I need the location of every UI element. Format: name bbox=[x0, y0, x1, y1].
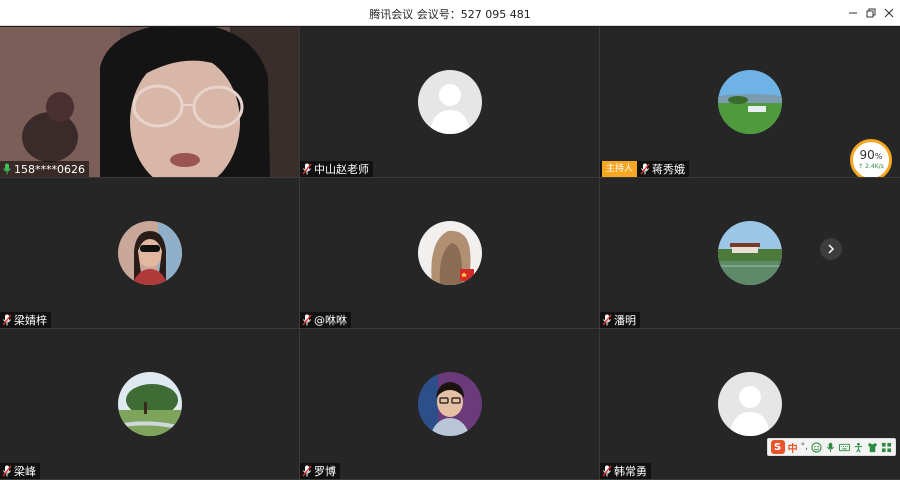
mic-muted-icon bbox=[2, 465, 12, 477]
emoji-icon[interactable] bbox=[811, 441, 822, 453]
keyboard-icon[interactable] bbox=[839, 442, 850, 453]
mic-muted-icon bbox=[302, 465, 312, 477]
participant-grid: 158****0626 中山赵老师 主持人 蒋秀娥 90% ↑ 2.4K/s 梁… bbox=[0, 27, 900, 480]
participant-name: 158****0626 bbox=[14, 162, 85, 176]
mic-muted-icon bbox=[302, 163, 312, 175]
participant-name: @咻咻 bbox=[314, 314, 347, 327]
mic-muted-icon bbox=[2, 314, 12, 326]
ime-punctuation-toggle[interactable]: °, bbox=[801, 442, 808, 452]
ime-toolbar[interactable]: S 中 °, bbox=[766, 438, 896, 456]
minimize-icon bbox=[849, 12, 857, 14]
skin-icon[interactable] bbox=[867, 442, 878, 453]
landscape-avatar-icon bbox=[718, 221, 782, 285]
restore-icon bbox=[866, 8, 876, 18]
participant-name: 梁峰 bbox=[14, 465, 36, 478]
network-status-badge[interactable]: 90% ↑ 2.4K/s bbox=[850, 139, 892, 177]
participant-tile[interactable]: 158****0626 bbox=[0, 27, 299, 177]
chevron-right-icon bbox=[828, 244, 835, 254]
participant-tile[interactable]: 梁峰 bbox=[0, 329, 299, 479]
host-badge: 主持人 bbox=[602, 161, 638, 177]
portrait-avatar-icon bbox=[117, 221, 182, 285]
avatar bbox=[417, 372, 482, 436]
mic-muted-icon bbox=[302, 314, 312, 326]
participant-name-tag: 158****0626 bbox=[0, 161, 89, 177]
avatar bbox=[417, 221, 482, 285]
accessibility-icon[interactable] bbox=[853, 442, 864, 453]
window-title: 腾讯会议 会议号：527 095 481 bbox=[369, 8, 531, 21]
mic-muted-icon bbox=[640, 163, 650, 175]
participant-name-tag: 韩常勇 bbox=[600, 463, 651, 479]
participant-tile[interactable]: 主持人 蒋秀娥 90% ↑ 2.4K/s bbox=[600, 27, 900, 177]
close-button[interactable] bbox=[879, 3, 899, 23]
participant-tile[interactable]: 罗博 bbox=[300, 329, 599, 479]
portrait-avatar-icon bbox=[417, 221, 482, 285]
participant-name: 韩常勇 bbox=[614, 465, 647, 478]
participant-name: 罗博 bbox=[314, 465, 336, 478]
sogou-logo[interactable]: S bbox=[770, 440, 785, 454]
avatar bbox=[117, 372, 182, 436]
participant-name-tag: 梁婧梓 bbox=[0, 312, 51, 328]
minimize-button[interactable] bbox=[843, 3, 863, 23]
next-page-button[interactable] bbox=[820, 238, 842, 260]
mic-active-icon bbox=[3, 163, 11, 175]
participant-tile[interactable]: 梁婧梓 bbox=[0, 178, 299, 328]
microphone-icon[interactable] bbox=[825, 442, 836, 453]
avatar bbox=[117, 221, 182, 285]
close-icon bbox=[884, 8, 894, 18]
participant-video bbox=[0, 27, 299, 177]
mic-muted-icon bbox=[602, 314, 612, 326]
default-avatar-icon bbox=[417, 70, 482, 134]
network-speed: ↑ 2.4K/s bbox=[858, 163, 884, 170]
landscape-avatar-icon bbox=[117, 372, 182, 436]
default-avatar-icon bbox=[718, 372, 782, 436]
participant-name-tag: 梁峰 bbox=[0, 463, 40, 479]
participant-name-tag: @咻咻 bbox=[300, 312, 351, 328]
avatar bbox=[718, 372, 782, 436]
participant-name-tag: 罗博 bbox=[300, 463, 340, 479]
participant-tile[interactable]: 韩常勇 bbox=[600, 329, 900, 479]
restore-button[interactable] bbox=[861, 3, 881, 23]
avatar bbox=[718, 70, 782, 134]
participant-name-tag: 潘明 bbox=[600, 312, 640, 328]
participant-tile[interactable]: @咻咻 bbox=[300, 178, 599, 328]
participant-name-tag: 中山赵老师 bbox=[300, 161, 373, 177]
network-percent: 90% bbox=[859, 148, 883, 162]
participant-name: 中山赵老师 bbox=[314, 163, 369, 176]
participant-name: 蒋秀娥 bbox=[652, 163, 686, 176]
participant-name: 梁婧梓 bbox=[14, 314, 47, 327]
portrait-avatar-icon bbox=[417, 372, 482, 436]
participant-tile[interactable]: 中山赵老师 bbox=[300, 27, 599, 177]
landscape-avatar-icon bbox=[718, 70, 782, 134]
title-bar: 腾讯会议 会议号：527 095 481 bbox=[0, 0, 900, 26]
avatar bbox=[417, 70, 482, 134]
avatar bbox=[718, 221, 782, 285]
mic-muted-icon bbox=[602, 465, 612, 477]
participant-name: 潘明 bbox=[614, 314, 636, 327]
toolbox-icon[interactable] bbox=[881, 442, 892, 453]
participant-name-tag: 主持人 蒋秀娥 bbox=[600, 161, 690, 177]
ime-language-toggle[interactable]: 中 bbox=[788, 440, 798, 455]
participant-tile[interactable]: 潘明 bbox=[600, 178, 900, 328]
